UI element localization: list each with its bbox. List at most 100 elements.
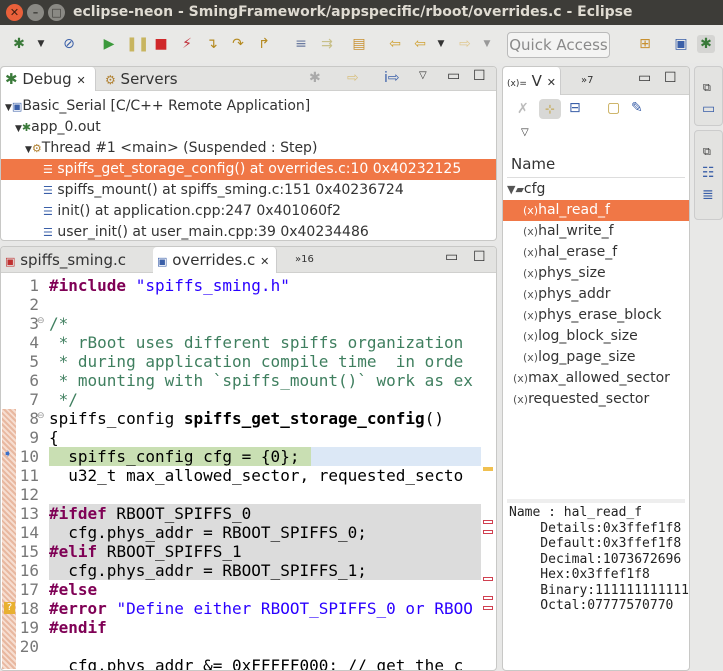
close-window-button[interactable]: ✕	[6, 4, 23, 21]
stack-frame[interactable]: ☰ spiffs_mount() at spiffs_sming.c:151 0…	[1, 180, 496, 201]
restore-icon[interactable]: ⧉	[703, 145, 711, 159]
variable-requested-sector[interactable]: (x)requested_sector	[503, 389, 689, 410]
overview-marker[interactable]	[483, 606, 493, 610]
variable-max-allowed-sector[interactable]: (x)max_allowed_sector	[503, 368, 689, 389]
instruction-stepping-icon[interactable]: ⇉	[318, 35, 336, 53]
code-line[interactable]: 1 #include "spiffs_sming.h"	[1, 276, 496, 295]
code-line[interactable]: 8 spiffs_config spiffs_get_storage_config…	[1, 409, 496, 428]
open-folder-icon[interactable]: ▤	[350, 35, 368, 53]
debug-perspective-icon[interactable]: ✱	[697, 35, 715, 53]
tab-variables[interactable]: (x)= V ✕	[503, 67, 561, 95]
collapse-all-icon[interactable]: ⊟	[569, 100, 581, 116]
terminate-icon[interactable]: ■	[152, 35, 170, 53]
last-edit-icon[interactable]: ⇦	[386, 35, 404, 53]
close-icon[interactable]: ✕	[260, 255, 269, 268]
tab-servers[interactable]: ⚙ Servers	[101, 67, 191, 91]
chevron-down-icon[interactable]: ▼	[478, 35, 496, 53]
minimize-window-button[interactable]: –	[27, 4, 44, 21]
code-line[interactable]: cfg.phys_addr &= 0xFFFFF000; // get the …	[1, 656, 496, 670]
remove-variable-icon[interactable]: ✗	[517, 101, 529, 117]
variable-phys-erase-block[interactable]: (x)phys_erase_block	[503, 305, 689, 326]
variable-phys-addr[interactable]: (x)phys_addr	[503, 284, 689, 305]
code-line[interactable]: 4 * rBoot uses different spiffs organiza…	[1, 333, 496, 352]
console-icon[interactable]: ▭	[702, 101, 715, 117]
code-line[interactable]: 17 #else	[1, 580, 496, 599]
maximize-icon[interactable]: ☐	[664, 70, 677, 86]
skip-breakpoints-icon[interactable]: ⊘	[60, 35, 78, 53]
warning-marker-icon[interactable]: ?	[4, 602, 15, 614]
instruction-step-icon[interactable]: i⇨	[384, 70, 400, 86]
code-line[interactable]: 13 #ifdef RBOOT_SPIFFS_0	[1, 504, 496, 523]
stack-frame[interactable]: ☰ init() at application.cpp:247 0x401060…	[1, 201, 496, 222]
resume-icon[interactable]: ▶	[100, 35, 118, 53]
view-menu-icon[interactable]: ▽	[419, 70, 427, 81]
show-type-names-icon[interactable]: ⊹	[539, 99, 561, 119]
variable-log-page-size[interactable]: (x)log_page_size	[503, 347, 689, 368]
outline-icon[interactable]: ☷	[702, 165, 715, 181]
drop-to-frame-icon[interactable]: ≡	[292, 35, 310, 53]
edit-icon[interactable]: ✎	[631, 100, 643, 116]
overview-marker[interactable]	[483, 530, 493, 534]
debug-icon[interactable]: ✱	[10, 35, 28, 53]
open-perspective-icon[interactable]: ⊞	[636, 35, 654, 53]
maximize-icon[interactable]: ☐	[473, 249, 486, 265]
code-line[interactable]: 7 */	[1, 390, 496, 409]
overview-marker[interactable]	[483, 596, 493, 600]
overview-marker[interactable]	[483, 577, 493, 581]
maximize-window-button[interactable]: □	[48, 4, 65, 21]
minimize-icon[interactable]: ▭	[638, 70, 651, 86]
code-line[interactable]: 20	[1, 637, 496, 656]
connect-icon[interactable]: ⇨	[347, 70, 359, 86]
fold-icon[interactable]: ⊖	[37, 316, 45, 326]
overview-marker[interactable]	[483, 520, 493, 524]
close-icon[interactable]: ✕	[547, 76, 556, 89]
minimize-icon[interactable]: ▭	[445, 249, 458, 265]
variable-cfg[interactable]: ▼▰cfg	[503, 179, 689, 200]
code-line[interactable]: 11 u32_t max_allowed_sector, requested_s…	[1, 466, 496, 485]
code-line[interactable]: 5 * during application compile time in o…	[1, 352, 496, 371]
code-line[interactable]: 18 #error "Define either RBOOT_SPIFFS_0 o…	[1, 599, 496, 618]
add-expression-icon[interactable]: ▢	[607, 100, 620, 116]
stack-frame[interactable]: ☰ spiffs_get_storage_config() at overrid…	[1, 159, 496, 180]
chevron-down-icon[interactable]: ▼	[32, 35, 50, 53]
code-line[interactable]: 16 cfg.phys_addr = RBOOT_SPIFFS_1;	[1, 561, 496, 580]
code-line[interactable]: 19 #endif	[1, 618, 496, 637]
variable-log-block-size[interactable]: (x)log_block_size	[503, 326, 689, 347]
chevron-down-icon[interactable]: ▼	[432, 35, 450, 53]
forward-icon[interactable]: ⇨	[456, 35, 474, 53]
back-icon[interactable]: ⇦	[411, 35, 429, 53]
view-menu-icon[interactable]: ▽	[521, 127, 529, 138]
tab-debug[interactable]: ✱ Debug ✕	[1, 67, 96, 91]
code-line[interactable]: 12	[1, 485, 496, 504]
variable-hal-read-f[interactable]: (x)hal_read_f	[503, 200, 689, 221]
code-line[interactable]: 15 #elif RBOOT_SPIFFS_1	[1, 542, 496, 561]
step-into-icon[interactable]: ↴	[203, 35, 221, 53]
tab-overflow[interactable]: »16	[291, 247, 331, 273]
code-line[interactable]: 9{	[1, 428, 496, 447]
code-line[interactable]: 2	[1, 295, 496, 314]
c-perspective-icon[interactable]: ▣	[672, 35, 690, 53]
disconnect-icon[interactable]: ⚡	[178, 35, 196, 53]
code-line[interactable]: 10 spiffs_config cfg = {0};	[1, 447, 496, 466]
tab-overflow[interactable]: »7	[577, 67, 607, 95]
suspend-icon[interactable]: ❚❚	[126, 35, 149, 53]
minimize-icon[interactable]: ▭	[447, 68, 460, 84]
code-line[interactable]: 3 /*	[1, 314, 496, 333]
variable-hal-write-f[interactable]: (x)hal_write_f	[503, 221, 689, 242]
quick-access-input[interactable]: Quick Access	[507, 32, 610, 58]
tab-spiffs-sming[interactable]: ▣ spiffs_sming.c	[1, 247, 151, 273]
details-sash[interactable]	[507, 499, 685, 503]
tab-overrides[interactable]: ▣ overrides.c ✕	[153, 247, 277, 273]
remove-terminated-icon[interactable]: ✱	[309, 70, 321, 86]
code-line[interactable]: 14 cfg.phys_addr = RBOOT_SPIFFS_0;	[1, 523, 496, 542]
tree-item-process[interactable]: ▼✱app_0.out	[1, 117, 496, 138]
fold-icon[interactable]: ⊖	[37, 411, 45, 421]
restore-icon[interactable]: ⧉	[703, 81, 711, 95]
step-return-icon[interactable]: ↱	[255, 35, 273, 53]
stack-frame[interactable]: ☰ user_init() at user_main.cpp:39 0x4023…	[1, 222, 496, 240]
name-column-header[interactable]: Name	[511, 155, 555, 173]
variable-hal-erase-f[interactable]: (x)hal_erase_f	[503, 242, 689, 263]
close-icon[interactable]: ✕	[76, 74, 85, 87]
tree-item-launch[interactable]: ▼▣Basic_Serial [C/C++ Remote Application…	[1, 96, 496, 117]
code-line[interactable]: 6 * mounting with `spiffs_mount()` work …	[1, 371, 496, 390]
